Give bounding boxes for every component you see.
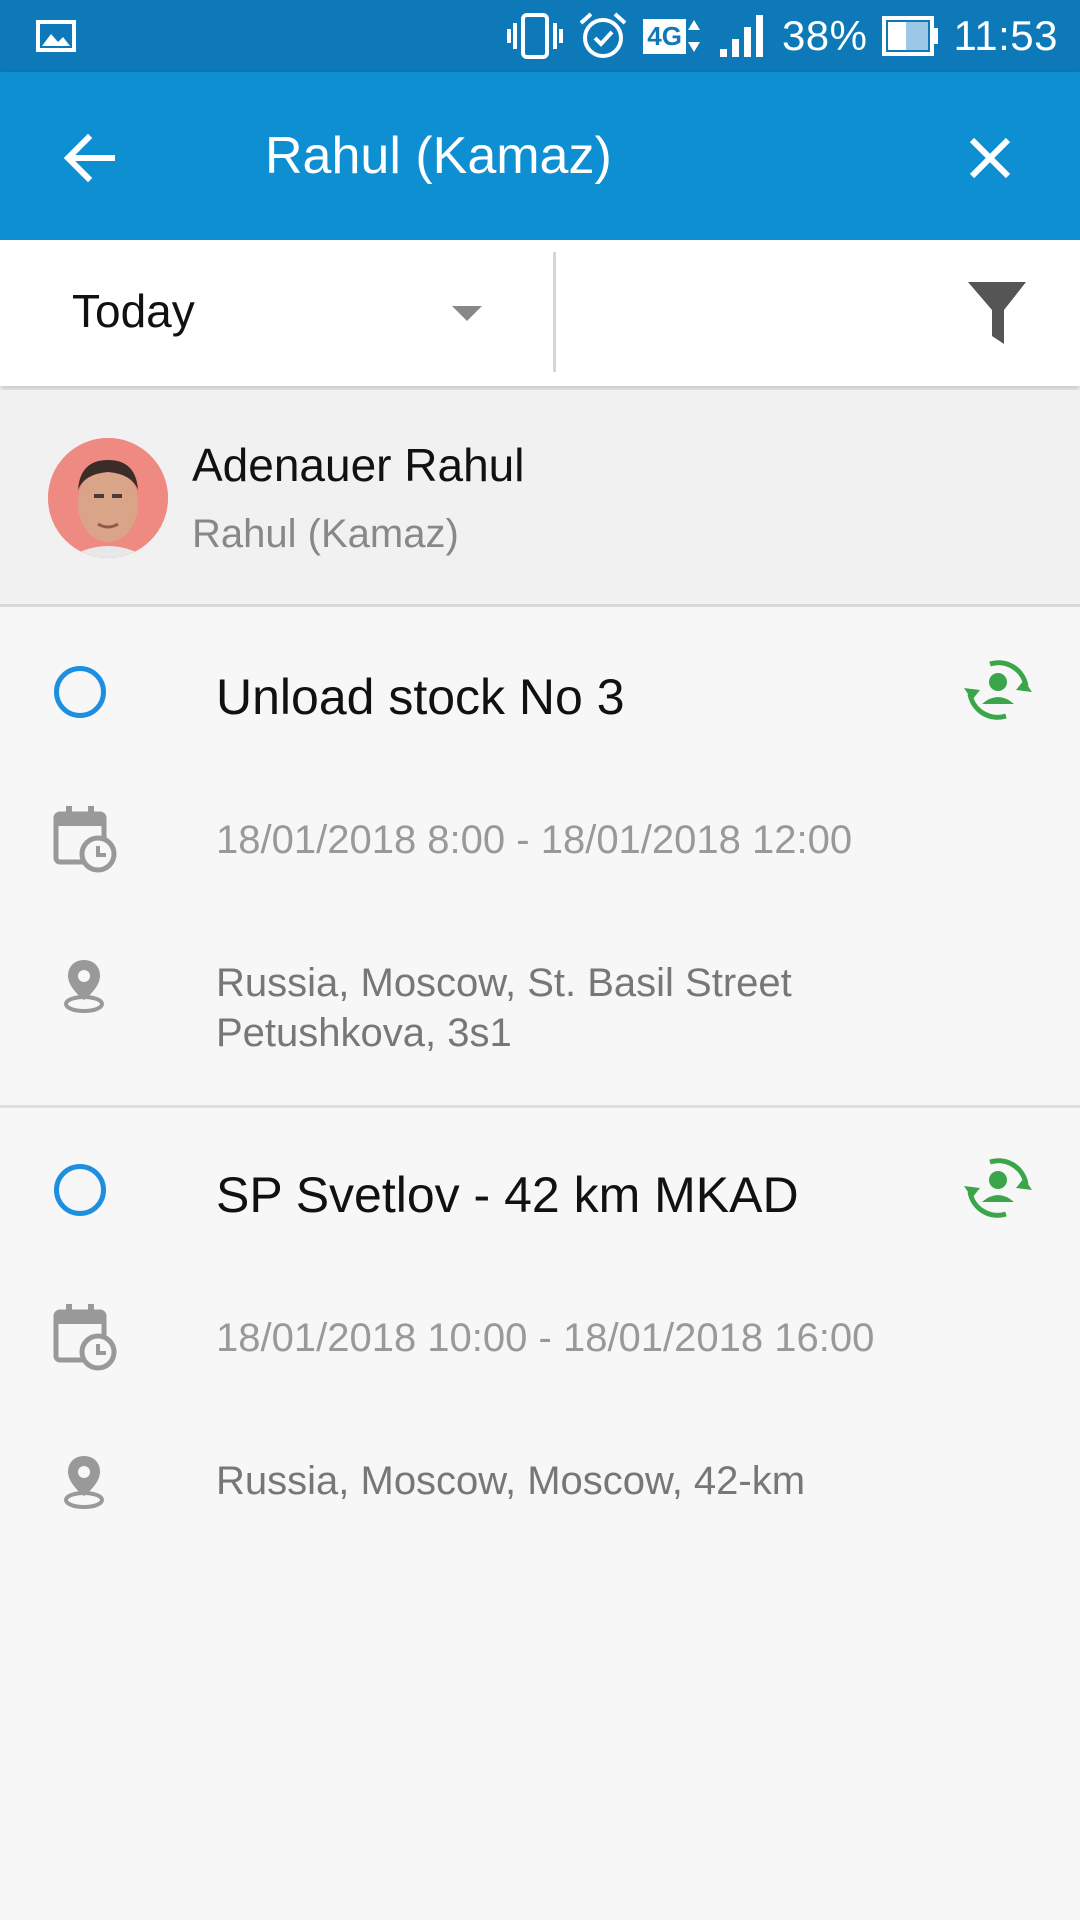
map-pin-icon: [64, 1456, 104, 1509]
task-address: Russia, Moscow, Moscow, 42-km: [216, 1459, 806, 1503]
profile-header: Adenauer Rahul Rahul (Kamaz): [0, 390, 1080, 607]
task-title: SP Svetlov - 42 km MKAD: [216, 1167, 799, 1223]
avatar: [48, 438, 168, 558]
map-pin-icon: [64, 960, 104, 1013]
clock: 11:53: [953, 12, 1058, 59]
arrow-left-icon[interactable]: [52, 120, 128, 196]
network-4g-icon: 4G: [643, 16, 702, 56]
close-icon[interactable]: [952, 120, 1028, 196]
funnel-icon[interactable]: [966, 280, 1028, 346]
calendar-clock-icon: [53, 1304, 117, 1371]
task-item[interactable]: Unload stock No 3 18/01/2018 8:00 - 18/0…: [0, 606, 1080, 1106]
calendar-clock-icon: [53, 806, 117, 873]
task-item[interactable]: SP Svetlov - 42 km MKAD 18/01/2018 10:00…: [0, 1104, 1080, 1564]
status-bar: 4G 38% 11:53: [0, 0, 1080, 72]
assign-user-icon[interactable]: [958, 650, 1038, 730]
image-icon: [36, 20, 76, 52]
task-time: 18/01/2018 10:00 - 18/01/2018 16:00: [216, 1316, 875, 1360]
profile-name: Adenauer Rahul: [192, 439, 525, 491]
battery-icon: [881, 16, 938, 56]
assign-user-icon[interactable]: [958, 1148, 1038, 1228]
profile-subtitle: Rahul (Kamaz): [192, 512, 459, 556]
chevron-down-icon: [452, 306, 482, 321]
task-status-circle[interactable]: [54, 666, 106, 718]
task-address: Russia, Moscow, St. Basil Street Petushk…: [216, 961, 792, 1055]
alarm-icon: [579, 12, 627, 58]
divider: [553, 252, 556, 372]
app-bar: Rahul (Kamaz): [0, 72, 1080, 240]
filter-bar: Today: [0, 240, 1080, 386]
period-label: Today: [72, 285, 195, 337]
vibrate-icon: [507, 13, 564, 59]
battery-percent: 38%: [781, 12, 868, 59]
task-title: Unload stock No 3: [216, 669, 625, 725]
page-title: Rahul (Kamaz): [265, 127, 612, 185]
period-dropdown[interactable]: Today: [0, 240, 553, 386]
task-status-circle[interactable]: [54, 1164, 106, 1216]
signal-icon: [719, 15, 763, 57]
task-time: 18/01/2018 8:00 - 18/01/2018 12:00: [216, 818, 853, 862]
